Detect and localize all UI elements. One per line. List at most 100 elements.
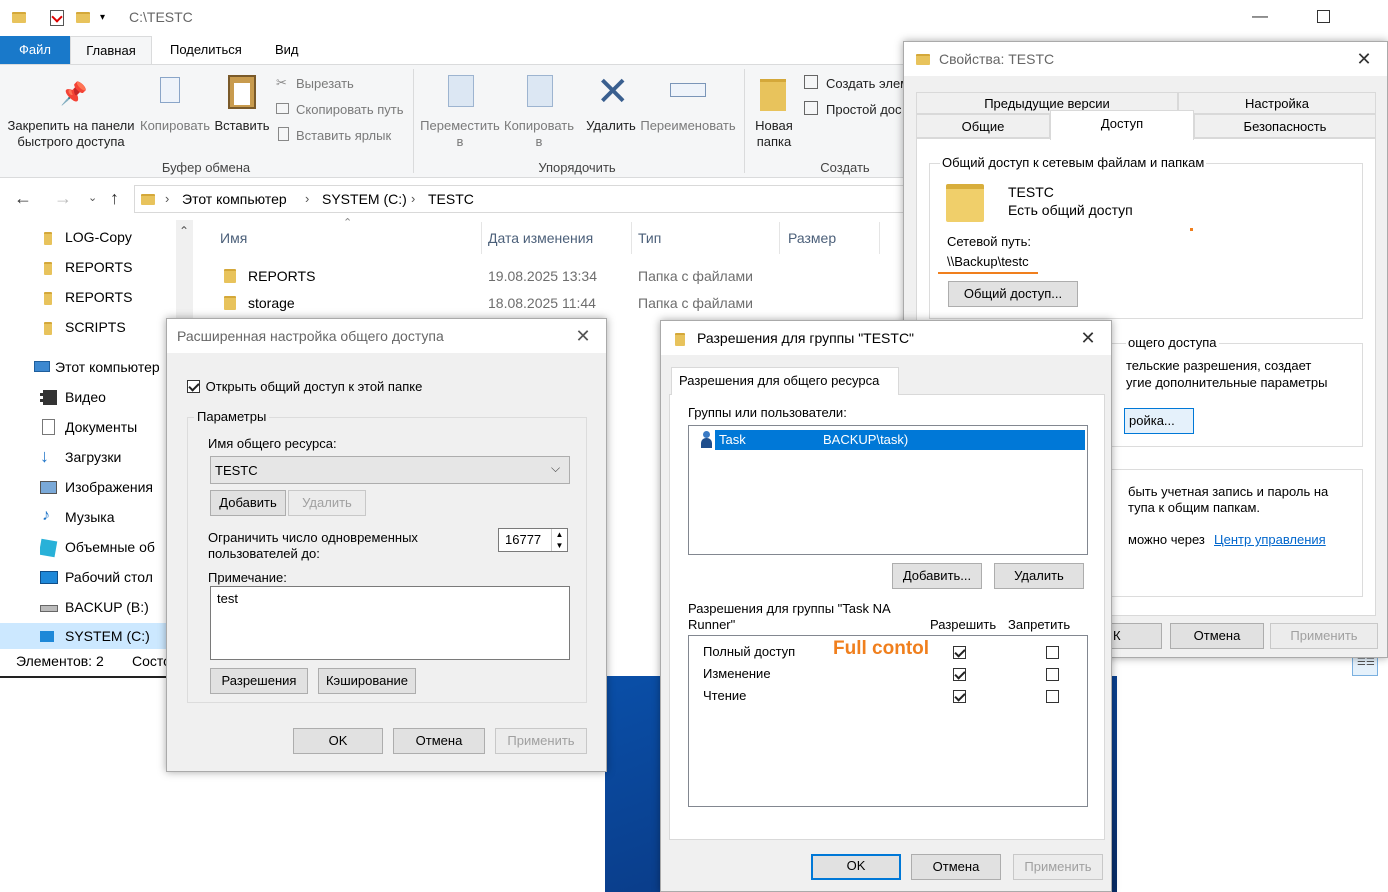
file-row[interactable]: storage 18.08.2025 11:44 Папка с файлами bbox=[210, 291, 910, 315]
column-header-type[interactable]: Тип bbox=[632, 222, 780, 254]
allow-checkbox[interactable] bbox=[953, 646, 966, 660]
sidebar-item-3d-objects[interactable]: Объемные об bbox=[40, 538, 176, 558]
tab-security[interactable]: Безопасность bbox=[1194, 114, 1376, 138]
sidebar-item[interactable]: REPORTS bbox=[40, 288, 176, 308]
ribbon-tabs: Файл Главная Поделиться Вид bbox=[0, 36, 910, 65]
allow-checkbox[interactable] bbox=[953, 690, 966, 704]
user-limit-spinner[interactable]: 16777 ▲ ▼ bbox=[498, 528, 568, 552]
sidebar-item-music[interactable]: ♪ Музыка bbox=[40, 507, 176, 528]
sidebar-item-system-drive[interactable]: SYSTEM (C:) bbox=[0, 623, 176, 649]
ok-button[interactable]: К bbox=[1104, 623, 1162, 649]
address-bar[interactable]: › Этот компьютер › SYSTEM (C:) › TESTC bbox=[134, 185, 910, 213]
share-folder-checkbox[interactable]: Открыть общий доступ к этой папке bbox=[187, 378, 422, 394]
breadcrumb-item[interactable]: Этот компьютер bbox=[182, 191, 287, 207]
permissions-title: Разрешения для группы "TESTC" bbox=[697, 330, 915, 346]
sidebar-item-documents[interactable]: Документы bbox=[40, 418, 176, 438]
tab-view[interactable]: Вид bbox=[275, 36, 299, 64]
sidebar-item-this-pc[interactable]: Этот компьютер bbox=[30, 358, 176, 378]
nav-back-button[interactable]: ← bbox=[14, 188, 32, 209]
ok-button[interactable]: OK bbox=[811, 854, 901, 880]
delete-button[interactable]: Удалить bbox=[582, 118, 640, 134]
sidebar-item-video[interactable]: Видео bbox=[40, 388, 176, 408]
tab-file[interactable]: Файл bbox=[0, 36, 70, 64]
breadcrumb-item[interactable]: SYSTEM (C:) bbox=[322, 191, 407, 207]
video-icon bbox=[40, 390, 57, 405]
apply-button[interactable]: Применить bbox=[1013, 854, 1103, 880]
tab-share[interactable]: Поделиться bbox=[170, 36, 242, 64]
copy-to-button[interactable]: Копировать в bbox=[500, 118, 578, 150]
column-header-size[interactable]: Размер bbox=[780, 222, 880, 254]
apply-button[interactable]: Применить bbox=[495, 728, 587, 754]
tab-share-permissions[interactable]: Разрешения для общего ресурса bbox=[671, 367, 899, 395]
remove-user-button[interactable]: Удалить bbox=[994, 563, 1084, 589]
properties-icon[interactable] bbox=[50, 10, 64, 26]
close-button[interactable]: ✕ bbox=[1341, 42, 1387, 76]
file-row[interactable]: REPORTS 19.08.2025 13:34 Папка с файлами bbox=[210, 264, 910, 288]
new-folder-icon[interactable] bbox=[76, 12, 90, 23]
recent-chevron-icon[interactable]: ⌄ bbox=[88, 191, 97, 204]
close-button[interactable]: ✕ bbox=[560, 319, 606, 353]
permission-name: Чтение bbox=[703, 688, 747, 703]
permissions-button[interactable]: Разрешения bbox=[210, 668, 308, 694]
sidebar-item-desktop[interactable]: Рабочий стол bbox=[40, 568, 176, 588]
pin-icon: 📌 bbox=[60, 81, 88, 106]
tab-home[interactable]: Главная bbox=[70, 36, 152, 65]
scissors-icon: ✂ bbox=[276, 75, 287, 90]
checkbox[interactable] bbox=[187, 380, 200, 394]
sidebar-item[interactable]: REPORTS bbox=[40, 258, 176, 278]
comment-textarea[interactable]: test bbox=[210, 586, 570, 660]
close-button[interactable]: ✕ bbox=[1065, 321, 1111, 355]
copy-path-button[interactable]: Скопировать путь bbox=[296, 102, 404, 118]
deny-checkbox[interactable] bbox=[1045, 668, 1059, 682]
list-item-selected[interactable]: Task BACKUP\task) bbox=[695, 430, 1085, 450]
paste-button[interactable]: Вставить bbox=[212, 118, 272, 134]
spinner-arrows-icon[interactable]: ▲ ▼ bbox=[551, 529, 567, 551]
breadcrumb-item[interactable]: TESTC bbox=[428, 191, 474, 207]
share-name-select[interactable]: TESTC ⌵ bbox=[210, 456, 570, 484]
tab-customize[interactable]: Настройка bbox=[1178, 92, 1376, 114]
maximize-button[interactable] bbox=[1317, 10, 1330, 23]
cancel-button[interactable]: Отмена bbox=[393, 728, 485, 754]
group-create-label: Создать bbox=[820, 160, 870, 175]
deny-checkbox[interactable] bbox=[1045, 646, 1059, 660]
pin-button[interactable]: Закрепить на панели быстрого доступа bbox=[4, 118, 138, 150]
cut-button[interactable]: Вырезать bbox=[296, 76, 354, 92]
column-header-name[interactable]: Имя ⌃ bbox=[210, 217, 482, 254]
sidebar-item[interactable]: LOG-Copy bbox=[40, 228, 176, 248]
deny-checkbox[interactable] bbox=[1045, 690, 1059, 704]
copy-button[interactable]: Копировать bbox=[138, 118, 212, 134]
advanced-sharing-button[interactable]: ройка... bbox=[1124, 408, 1194, 434]
share-button[interactable]: Общий доступ... bbox=[948, 281, 1078, 307]
tab-general[interactable]: Общие bbox=[916, 114, 1050, 138]
nav-forward-button[interactable]: → bbox=[54, 188, 72, 209]
caching-button[interactable]: Кэширование bbox=[318, 668, 416, 694]
rename-button[interactable]: Переименовать bbox=[638, 118, 738, 134]
folder-icon bbox=[224, 296, 236, 310]
users-list[interactable]: Task BACKUP\task) bbox=[688, 425, 1088, 555]
apply-button[interactable]: Применить bbox=[1270, 623, 1378, 649]
remove-share-button[interactable]: Удалить bbox=[288, 490, 366, 516]
permissions-title-bar: Разрешения для группы "TESTC" bbox=[661, 321, 1111, 355]
document-icon bbox=[42, 419, 55, 435]
paste-shortcut-button[interactable]: Вставить ярлык bbox=[296, 128, 391, 144]
sidebar-item[interactable]: SCRIPTS bbox=[40, 318, 176, 338]
customize-toolbar-icon[interactable]: ▾ bbox=[100, 12, 105, 23]
sidebar-item-downloads[interactable]: ↓ Загрузки bbox=[40, 446, 176, 468]
add-share-button[interactable]: Добавить bbox=[210, 490, 286, 516]
tab-sharing[interactable]: Доступ bbox=[1050, 110, 1194, 140]
sidebar-item-backup-drive[interactable]: BACKUP (B:) bbox=[40, 598, 176, 618]
column-header-date[interactable]: Дата изменения bbox=[482, 222, 632, 254]
new-folder-button[interactable]: Новая папка bbox=[748, 118, 800, 150]
sidebar-item-pictures[interactable]: Изображения bbox=[40, 478, 176, 498]
move-to-button[interactable]: Переместить в bbox=[418, 118, 502, 150]
cancel-button[interactable]: Отмена bbox=[911, 854, 1001, 880]
ok-button[interactable]: OK bbox=[293, 728, 383, 754]
cancel-button[interactable]: Отмена bbox=[1170, 623, 1264, 649]
nav-up-button[interactable]: ↑ bbox=[110, 188, 119, 209]
allow-checkbox[interactable] bbox=[953, 668, 966, 682]
add-user-button[interactable]: Добавить... bbox=[892, 563, 982, 589]
new-item-button[interactable]: Создать элем bbox=[826, 76, 909, 92]
control-center-link[interactable]: Центр управления bbox=[1214, 532, 1326, 547]
minimize-button[interactable]: — bbox=[1252, 8, 1268, 26]
easy-access-button[interactable]: Простой дос bbox=[826, 102, 902, 118]
